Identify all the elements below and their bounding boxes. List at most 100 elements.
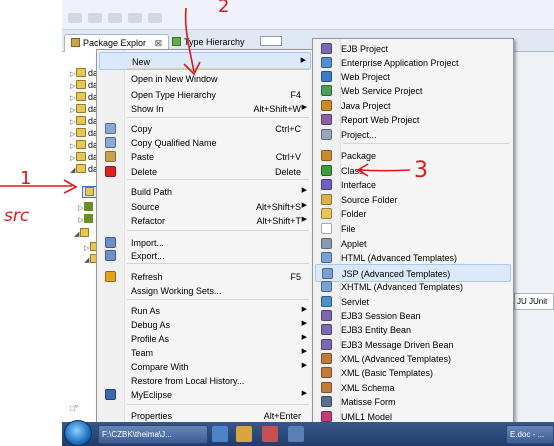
menu-item-shortcut: Delete — [274, 167, 301, 177]
myeclipse-icon — [105, 389, 116, 400]
menu-item-label: Profile As — [131, 334, 170, 344]
taskbar-app-icon[interactable] — [236, 426, 252, 442]
menu-item-label: Team — [131, 348, 154, 358]
taskbar-app-icon[interactable] — [288, 426, 304, 442]
enterprise-app-icon — [321, 57, 332, 68]
menu-item-label: Refresh — [131, 272, 163, 282]
interface-icon — [321, 179, 332, 190]
taskbar-app-icon[interactable] — [262, 426, 278, 442]
menu-separator — [343, 143, 509, 144]
menu-item-refactor[interactable]: Refactor Alt+Shift+T ▶ — [99, 212, 311, 230]
submenu-arrow-icon: ▶ — [301, 187, 307, 194]
minimize-maximize-button[interactable] — [260, 36, 282, 46]
menu-item-show-in[interactable]: Show In Alt+Shift+W ▶ — [99, 100, 311, 118]
bottom-panel-icon[interactable]: □° — [70, 404, 78, 413]
menu-item-label: Matisse Form — [341, 397, 396, 407]
source-folder-icon — [85, 187, 94, 196]
start-button[interactable] — [64, 420, 92, 446]
menu-item-label: Export... — [131, 251, 165, 261]
toolbar-button[interactable] — [68, 13, 82, 23]
tab-junit[interactable]: JU JUnit — [514, 293, 554, 310]
library-icon — [84, 202, 93, 211]
project-icon — [76, 140, 86, 149]
menu-item-label: EJB3 Entity Bean — [341, 325, 412, 335]
menu-item-label: Web Project — [341, 72, 390, 82]
submenu-arrow-icon: ▶ — [301, 348, 307, 355]
annotation-three: 3 — [414, 158, 428, 183]
uml-icon — [321, 411, 332, 422]
tree-item[interactable]: ▷ — [78, 202, 94, 214]
project-icon — [76, 104, 86, 113]
project-icon — [76, 116, 86, 125]
menu-item-shortcut: F5 — [290, 272, 301, 282]
project-icon — [76, 128, 86, 137]
project-icon — [76, 164, 86, 173]
annotation-two: 2 — [218, 0, 230, 17]
menu-item-shortcut: Alt+Enter — [263, 411, 301, 421]
submenu-arrow-icon: ▶ — [301, 390, 307, 397]
annotation-src: src — [4, 206, 30, 226]
submenu-arrow-icon: ▶ — [301, 362, 307, 369]
menu-item-shortcut: Ctrl+V — [275, 152, 301, 162]
menu-item-label: Assign Working Sets... — [131, 286, 222, 296]
submenu-arrow-icon: ▶ — [300, 57, 306, 64]
menu-item-myeclipse[interactable]: MyEclipse ▶ — [99, 386, 311, 404]
project-icon — [76, 80, 86, 89]
toolbar-button[interactable] — [108, 13, 122, 23]
submenu-arrow-icon: ▶ — [301, 320, 307, 327]
ejb-project-icon — [321, 43, 332, 54]
new-submenu: EJB Project Enterprise Application Projec… — [312, 38, 514, 444]
xml-advanced-icon — [321, 353, 332, 364]
toolbar-strip — [62, 0, 554, 30]
taskbar-doc-button[interactable]: E.doc - ... — [506, 425, 554, 444]
taskbar-explorer-button[interactable]: F:\CZBK\theima\J... — [98, 425, 208, 444]
menu-item-label: XML (Basic Templates) — [341, 368, 434, 378]
copy-icon — [105, 123, 116, 134]
project-icon — [76, 152, 86, 161]
matisse-icon — [321, 396, 332, 407]
new-item-project[interactable]: Project... — [315, 126, 511, 144]
toolbar-button[interactable] — [128, 13, 142, 23]
menu-item-label: Source — [131, 202, 160, 212]
menu-item-label: Source Folder — [341, 195, 398, 205]
menu-item-label: Properties — [131, 411, 173, 421]
type-hierarchy-icon — [172, 37, 181, 46]
menu-item-label: Class — [341, 166, 364, 176]
submenu-arrow-icon: ▶ — [301, 202, 307, 209]
menu-item-label: Paste — [131, 152, 155, 162]
menu-item-label: Servlet — [341, 297, 370, 307]
tree-item[interactable]: ▷ — [78, 214, 94, 226]
package-icon — [321, 150, 332, 161]
menu-item-shortcut: Ctrl+C — [275, 124, 301, 134]
menu-item-label: EJB Project — [341, 44, 389, 54]
menu-item-label: Restore from Local History... — [131, 376, 245, 386]
menu-item-assign-working-sets[interactable]: Assign Working Sets... — [99, 282, 311, 300]
export-icon — [105, 250, 116, 261]
menu-separator — [127, 68, 309, 69]
menu-item-label: XML Schema — [341, 383, 395, 393]
tree-item[interactable]: ◢ — [74, 228, 90, 240]
menu-item-label: Package — [341, 151, 377, 161]
paste-icon — [105, 151, 116, 162]
taskbar-app-icon[interactable] — [212, 426, 228, 442]
menu-item-shortcut: Alt+Shift+W — [253, 104, 301, 114]
menu-item-shortcut: Alt+Shift+T — [256, 216, 301, 226]
source-folder-icon — [321, 194, 332, 205]
menu-item-label: XHTML (Advanced Templates) — [341, 282, 464, 292]
mdb-icon — [321, 339, 332, 350]
toolbar-button[interactable] — [148, 13, 162, 23]
menu-item-label: Report Web Project — [341, 115, 420, 125]
toolbar-button[interactable] — [88, 13, 102, 23]
menu-separator — [127, 117, 309, 118]
context-menu: New ▶ Open in New Window Open Type Hierarch… — [96, 49, 314, 425]
menu-item-label: Compare With — [131, 362, 189, 372]
folder-icon — [321, 208, 332, 219]
menu-item-label: Open Type Hierarchy — [131, 90, 216, 100]
menu-separator — [127, 230, 309, 231]
menu-item-label: Copy Qualified Name — [131, 138, 217, 148]
close-tab-icon[interactable]: ⊠ — [155, 38, 163, 48]
html-icon — [321, 252, 332, 263]
delete-icon — [105, 166, 116, 177]
menu-separator — [127, 299, 309, 300]
menu-item-label: Refactor — [131, 216, 166, 226]
